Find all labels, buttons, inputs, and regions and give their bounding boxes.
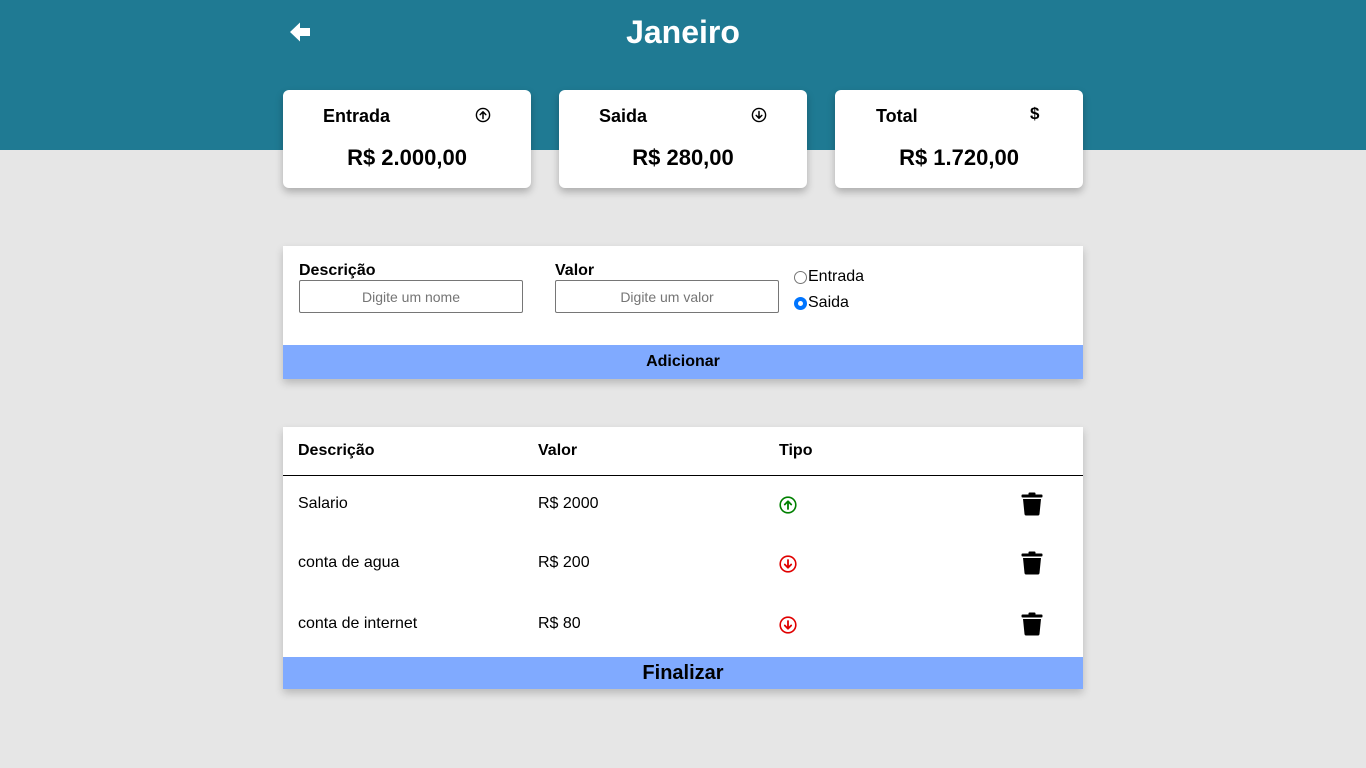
table-row: conta de internet R$ 80 bbox=[283, 599, 1083, 649]
arrow-down-circle-icon bbox=[779, 555, 797, 573]
transactions-table: Descrição Valor Tipo Salario R$ 2000 con… bbox=[283, 427, 1083, 689]
value-input[interactable] bbox=[555, 280, 779, 313]
card-title: Total bbox=[876, 106, 918, 126]
description-input[interactable] bbox=[299, 280, 523, 313]
card-value: R$ 2.000,00 bbox=[347, 145, 467, 170]
page-title: Janeiro bbox=[626, 14, 740, 50]
row-description: conta de agua bbox=[298, 554, 400, 571]
dollar-icon: $ bbox=[1030, 104, 1040, 123]
add-transaction-form: Descrição Valor Entrada Saida Adicionar bbox=[283, 246, 1083, 379]
card-value: R$ 280,00 bbox=[632, 145, 734, 170]
description-label: Descrição bbox=[299, 262, 376, 279]
row-value: R$ 2000 bbox=[538, 495, 599, 512]
summary-card-total: Total $ R$ 1.720,00 bbox=[835, 90, 1083, 188]
header-divider bbox=[283, 475, 1083, 476]
card-title: Saida bbox=[599, 106, 648, 126]
add-button[interactable]: Adicionar bbox=[283, 345, 1083, 379]
card-value: R$ 1.720,00 bbox=[899, 145, 1019, 170]
radio-saida[interactable]: Saida bbox=[794, 294, 849, 312]
radio-saida-button[interactable] bbox=[794, 296, 807, 310]
trash-icon[interactable] bbox=[1021, 612, 1043, 636]
arrow-down-circle-icon bbox=[779, 616, 797, 634]
summary-card-entrada: Entrada R$ 2.000,00 bbox=[283, 90, 531, 188]
table-row: Salario R$ 2000 bbox=[283, 479, 1083, 529]
value-label: Valor bbox=[555, 262, 595, 279]
arrow-up-circle-icon bbox=[475, 107, 491, 123]
radio-entrada-button[interactable] bbox=[794, 270, 807, 284]
radio-entrada-label: Entrada bbox=[808, 268, 865, 285]
column-header-type: Tipo bbox=[779, 442, 813, 459]
summary-card-saida: Saida R$ 280,00 bbox=[559, 90, 807, 188]
arrow-up-circle-icon bbox=[779, 496, 797, 514]
row-description: conta de internet bbox=[298, 615, 418, 632]
radio-entrada[interactable]: Entrada bbox=[794, 268, 864, 286]
arrow-down-circle-icon bbox=[751, 107, 767, 123]
row-description: Salario bbox=[298, 495, 348, 512]
row-value: R$ 200 bbox=[538, 554, 590, 571]
column-header-value: Valor bbox=[538, 442, 578, 459]
column-header-description: Descrição bbox=[298, 442, 375, 459]
table-row: conta de agua R$ 200 bbox=[283, 538, 1083, 588]
radio-saida-label: Saida bbox=[808, 294, 849, 311]
trash-icon[interactable] bbox=[1021, 551, 1043, 575]
trash-icon[interactable] bbox=[1021, 492, 1043, 516]
row-value: R$ 80 bbox=[538, 615, 581, 632]
card-title: Entrada bbox=[323, 106, 391, 126]
finish-button[interactable]: Finalizar bbox=[283, 657, 1083, 689]
